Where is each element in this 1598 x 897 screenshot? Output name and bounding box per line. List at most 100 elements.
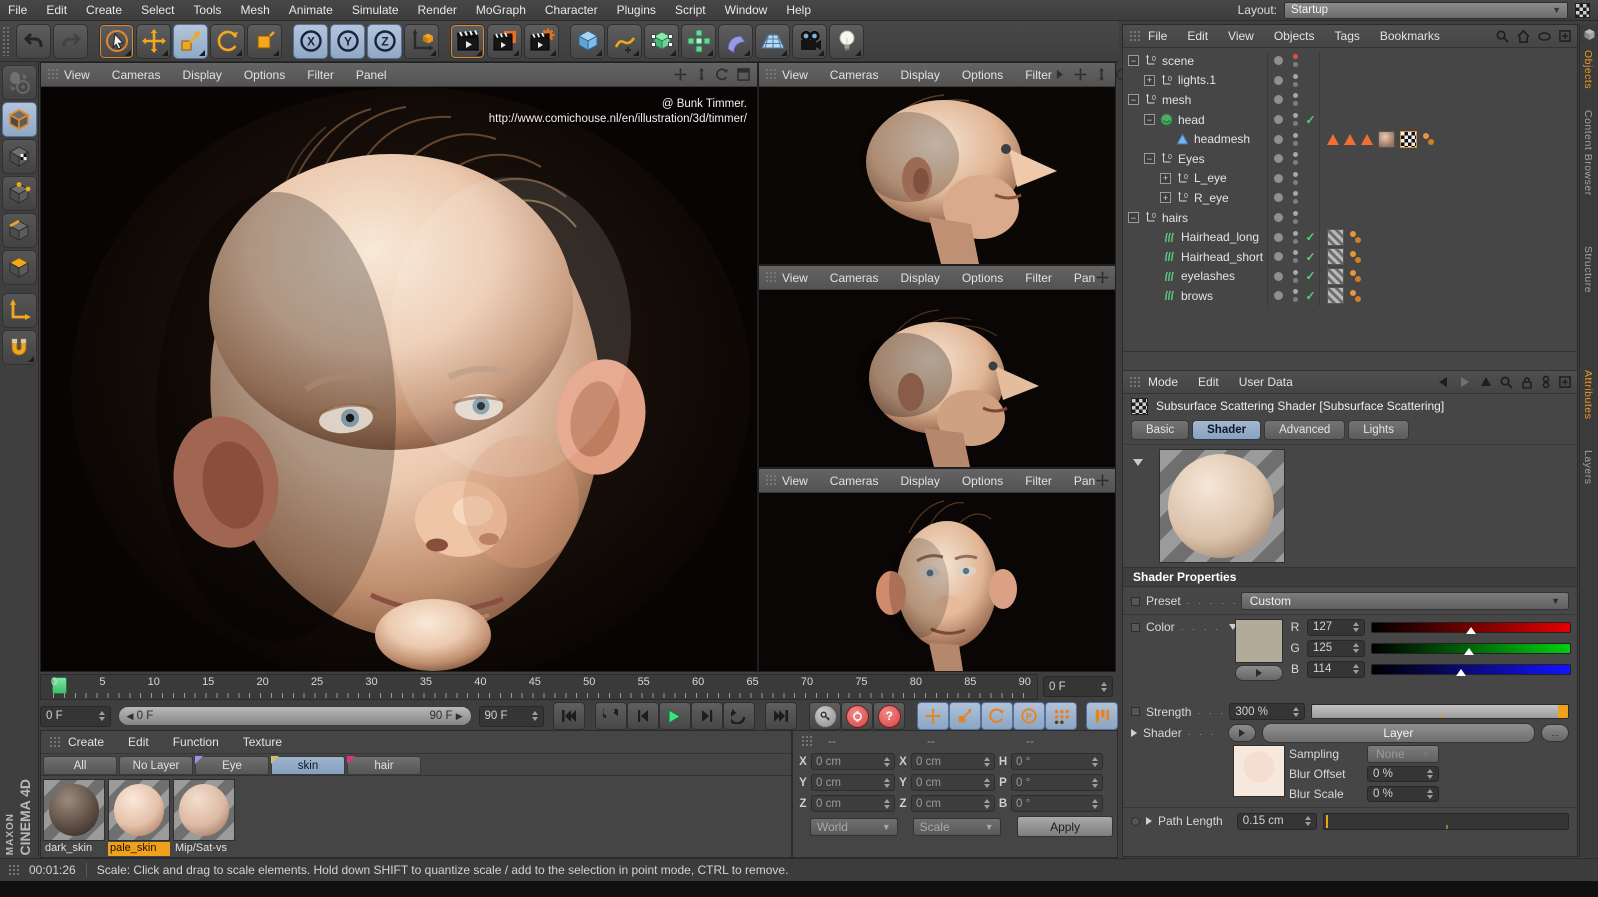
vp-menu-view[interactable]: View — [782, 271, 808, 285]
viewport-side-mid[interactable]: View Cameras Display Options Filter Pan — [758, 265, 1151, 468]
selection-tag-icon[interactable] — [1361, 133, 1373, 145]
layer-dot-icon[interactable] — [1273, 291, 1283, 301]
visibility-dot-icon[interactable] — [1292, 62, 1298, 68]
search-icon[interactable] — [1496, 30, 1509, 43]
material-item[interactable]: pale_skin — [108, 779, 170, 856]
selection-tag-icon[interactable] — [1344, 133, 1356, 145]
visibility-dot-icon[interactable] — [1292, 179, 1298, 185]
layout-dropdown[interactable]: Startup ▼ — [1284, 1, 1568, 19]
apply-button[interactable]: Apply — [1017, 816, 1113, 837]
vp-menu-cameras[interactable]: Cameras — [112, 68, 161, 82]
record-objects-button[interactable] — [809, 702, 842, 730]
layer-dot-icon[interactable] — [1273, 232, 1283, 242]
search-icon[interactable] — [1500, 376, 1513, 389]
tree-item-eyelashes[interactable]: eyelashes ✓ — [1123, 266, 1577, 287]
hair-material-tag-icon[interactable] — [1327, 228, 1344, 246]
tab-attributes[interactable]: Attributes — [1582, 370, 1594, 419]
forward-icon[interactable] — [1458, 376, 1472, 388]
link-icon[interactable] — [1541, 375, 1551, 389]
tree-item-lights-1[interactable]: + 0 lights.1 — [1123, 70, 1577, 91]
vp-menu-view[interactable]: View — [782, 68, 808, 82]
deformers-button[interactable] — [718, 23, 753, 59]
scale-tool-button[interactable] — [173, 23, 208, 59]
material-menu-function[interactable]: Function — [173, 735, 219, 749]
uvw-tag-icon[interactable] — [1400, 130, 1417, 148]
tree-item-hairhead-short[interactable]: Hairhead_short ✓ — [1123, 246, 1577, 267]
expand-icon[interactable] — [1131, 728, 1137, 737]
color-g-slider[interactable] — [1371, 642, 1571, 655]
color-swatch[interactable] — [1235, 619, 1283, 663]
layer-dot-icon[interactable] — [1273, 134, 1283, 144]
layer-dot-icon[interactable] — [1273, 173, 1283, 183]
panel-grip[interactable] — [765, 474, 776, 487]
vertex-map-tag-icon[interactable] — [1349, 230, 1363, 244]
panel-grip[interactable] — [765, 68, 776, 81]
visibility-dot-icon[interactable] — [1292, 258, 1298, 264]
visibility-dot-icon[interactable] — [1292, 191, 1298, 197]
menu-render[interactable]: Render — [418, 3, 457, 17]
back-icon[interactable] — [1436, 376, 1450, 388]
visibility-dot-icon[interactable] — [1292, 250, 1298, 256]
vp-menu-display[interactable]: Display — [900, 68, 939, 82]
position-z-field[interactable]: 0 cm — [811, 795, 895, 812]
om-menu-edit[interactable]: Edit — [1187, 29, 1208, 43]
menu-simulate[interactable]: Simulate — [352, 3, 399, 17]
am-menu-user-data[interactable]: User Data — [1239, 375, 1293, 389]
vp-menu-display[interactable]: Display — [900, 271, 939, 285]
stepper-icon[interactable] — [1353, 664, 1359, 674]
material-tab-skin[interactable]: skin — [271, 756, 345, 775]
layer-dot-icon[interactable] — [1273, 56, 1283, 66]
zoom-view-icon[interactable] — [1094, 67, 1109, 82]
menu-tools[interactable]: Tools — [193, 3, 221, 17]
visibility-dot-icon[interactable] — [1292, 121, 1298, 127]
pan-view-icon[interactable] — [1095, 270, 1110, 285]
visibility-dot-icon[interactable] — [1292, 199, 1298, 205]
viewport-side-mid-canvas[interactable] — [759, 290, 1115, 467]
size-z-field[interactable]: 0 cm — [911, 795, 995, 812]
stepper-icon[interactable] — [1353, 622, 1359, 632]
coordinate-system-button[interactable] — [404, 23, 439, 59]
vp-menu-options[interactable]: Options — [962, 271, 1003, 285]
play-button[interactable] — [658, 702, 691, 730]
panel-grip[interactable] — [1129, 29, 1140, 43]
blur-scale-field[interactable]: 0 % — [1367, 786, 1439, 802]
render-picture-viewer-button[interactable] — [487, 23, 522, 59]
size-mode-dropdown[interactable]: Scale ▼ — [912, 817, 1001, 836]
position-x-field[interactable]: 0 cm — [811, 753, 895, 770]
stepper-icon[interactable] — [884, 798, 890, 809]
param-toggle[interactable] — [1131, 596, 1140, 606]
key-parameter-button[interactable]: P — [1013, 702, 1046, 730]
viewport-side-bot-canvas[interactable] — [759, 493, 1115, 671]
path-length-slider[interactable] — [1322, 812, 1569, 830]
enabled-check-icon[interactable]: ✓ — [1302, 250, 1319, 264]
tree-item-scene[interactable]: − 0 scene — [1123, 51, 1577, 71]
layer-dot-icon[interactable] — [1273, 115, 1283, 125]
generators-button[interactable] — [644, 23, 679, 59]
shader-thumbnail[interactable] — [1233, 745, 1285, 797]
vp-menu-panel[interactable]: Panel — [356, 68, 387, 82]
make-editable-button[interactable] — [1, 65, 37, 100]
autokey-button[interactable] — [841, 702, 874, 730]
vertex-map-tag-icon[interactable] — [1349, 250, 1363, 264]
material-tab-eye[interactable]: Eye — [195, 756, 269, 775]
material-menu-edit[interactable]: Edit — [128, 735, 149, 749]
stepper-icon[interactable] — [1427, 769, 1433, 779]
up-icon[interactable] — [1480, 376, 1492, 388]
expand-icon[interactable]: + — [1160, 172, 1171, 184]
panel-grip[interactable] — [47, 68, 58, 81]
panel-grip[interactable] — [8, 863, 19, 877]
vertex-map-tag-icon[interactable] — [1422, 132, 1436, 146]
key-pla-button[interactable] — [1045, 702, 1078, 730]
vp-menu-view[interactable]: View — [64, 68, 90, 82]
vp-menu-display[interactable]: Display — [900, 474, 939, 488]
eye-icon[interactable] — [1538, 31, 1551, 41]
menu-edit[interactable]: Edit — [46, 3, 67, 17]
material-preview-sphere[interactable] — [173, 779, 235, 841]
visibility-dot-icon[interactable] — [1292, 160, 1298, 166]
x-axis-lock-button[interactable]: X — [293, 23, 328, 59]
attr-tab-shader[interactable]: Shader — [1192, 420, 1262, 440]
attr-tab-advanced[interactable]: Advanced — [1264, 420, 1346, 440]
tree-item-r-eye[interactable]: + 0 R_eye — [1123, 188, 1577, 208]
play-cycle-button[interactable] — [722, 702, 755, 730]
color-b-slider[interactable] — [1371, 663, 1571, 676]
